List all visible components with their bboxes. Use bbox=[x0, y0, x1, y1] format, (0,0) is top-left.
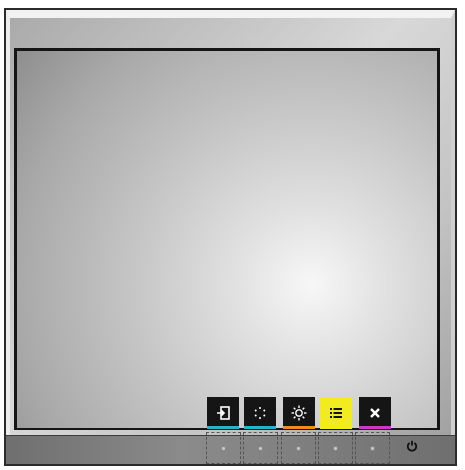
hardware-key-1[interactable] bbox=[206, 432, 241, 464]
power-icon bbox=[406, 437, 418, 456]
close-icon bbox=[369, 407, 381, 419]
hardware-key-3[interactable] bbox=[281, 432, 316, 464]
key-indicator-dot bbox=[221, 445, 226, 451]
color-settings-icon bbox=[253, 406, 267, 420]
osd-brightness-button[interactable] bbox=[283, 397, 315, 429]
hardware-key-5[interactable] bbox=[355, 432, 390, 464]
power-button[interactable] bbox=[406, 440, 418, 452]
hardware-key-2[interactable] bbox=[243, 432, 278, 464]
osd-item-underline bbox=[207, 426, 239, 429]
osd-item-underline bbox=[320, 426, 352, 429]
input-source-icon bbox=[216, 406, 230, 420]
osd-menu-button[interactable] bbox=[320, 397, 352, 429]
osd-close-button[interactable] bbox=[359, 397, 391, 429]
osd-color-settings-button[interactable] bbox=[244, 397, 276, 429]
menu-icon bbox=[329, 406, 343, 420]
osd-input-source-button[interactable] bbox=[207, 397, 239, 429]
osd-item-underline bbox=[283, 426, 315, 429]
brightness-icon bbox=[291, 405, 307, 421]
hardware-key-4[interactable] bbox=[318, 432, 353, 464]
monitor-screen bbox=[14, 48, 440, 430]
key-indicator-dot bbox=[333, 445, 338, 451]
key-indicator-dot bbox=[296, 445, 301, 451]
key-indicator-dot bbox=[370, 445, 375, 451]
key-indicator-dot bbox=[258, 445, 263, 451]
osd-item-underline bbox=[244, 426, 276, 429]
osd-item-underline bbox=[359, 426, 391, 429]
